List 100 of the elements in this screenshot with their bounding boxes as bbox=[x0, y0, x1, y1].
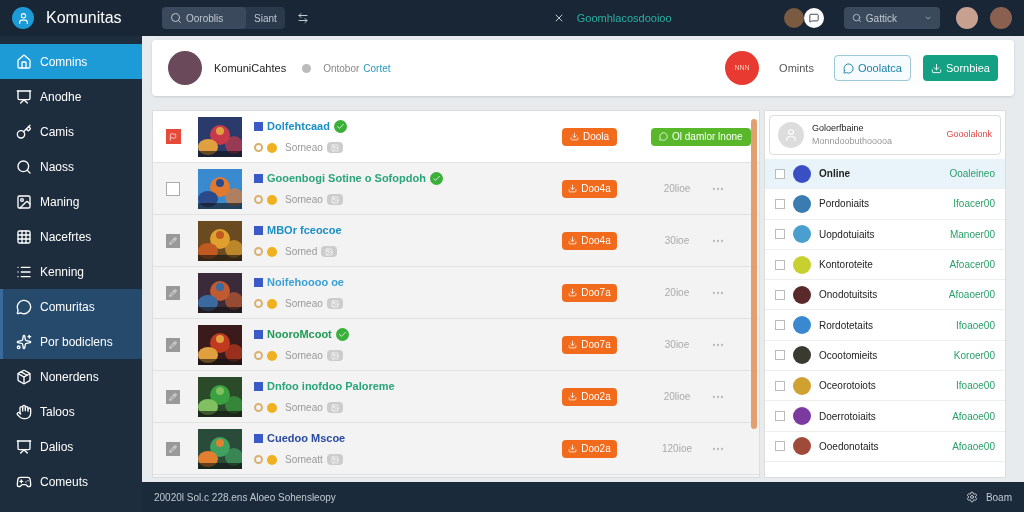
member-row[interactable]: Kontoroteite Afoacer00 bbox=[765, 249, 1005, 281]
status-text: Ontobor bbox=[323, 61, 360, 76]
member-status: Ifoaoe00 bbox=[956, 379, 995, 394]
search-tab[interactable]: Siant bbox=[246, 10, 285, 26]
checkbox[interactable] bbox=[775, 259, 785, 270]
breadcrumb: Goomhlacosdooioo bbox=[576, 10, 672, 26]
footer-text: 20020l Sol.c 228.ens Aloeo Sohensleopy bbox=[154, 490, 336, 505]
sidebar-item[interactable]: Maning bbox=[0, 184, 142, 219]
checkbox[interactable] bbox=[775, 289, 785, 300]
ring-icon bbox=[254, 143, 263, 153]
image-icon bbox=[326, 402, 343, 414]
outline-button[interactable]: Ooolatca bbox=[833, 55, 911, 81]
download-icon bbox=[568, 236, 578, 245]
checkbox[interactable] bbox=[775, 168, 785, 179]
emoji-icon bbox=[267, 246, 277, 257]
checkbox[interactable] bbox=[775, 198, 785, 209]
member-name: Online bbox=[819, 167, 851, 182]
image-icon bbox=[321, 246, 338, 258]
search-input[interactable]: Ooroblis bbox=[186, 10, 238, 26]
member-status: Koroer00 bbox=[953, 348, 995, 363]
member-row[interactable]: Ocootomieits Koroer00 bbox=[765, 340, 1005, 372]
member-name: Oceorotoiots bbox=[819, 379, 876, 394]
member-row[interactable]: Pordoniaits Ifoacer00 bbox=[765, 189, 1005, 220]
member-row[interactable]: Rordotetaits Ifoaoe00 bbox=[765, 310, 1005, 341]
download-icon bbox=[568, 288, 578, 297]
contact-subtitle: Monndoobuthooooa bbox=[812, 135, 893, 148]
sidebar-item[interactable]: Kenning bbox=[0, 254, 142, 289]
member-status: Afoaoe00 bbox=[952, 409, 995, 424]
ring-icon bbox=[254, 403, 263, 413]
row-count: 20ioe bbox=[663, 286, 691, 300]
member-name: Pordoniaits bbox=[819, 197, 870, 212]
checkbox[interactable] bbox=[775, 320, 785, 331]
image-icon bbox=[16, 193, 32, 210]
checkbox[interactable] bbox=[775, 229, 785, 240]
row-title[interactable]: Dolfehtcaad bbox=[267, 117, 330, 135]
row-tag: Sorneao bbox=[285, 348, 323, 364]
member-row[interactable]: Online Ooaleineo bbox=[765, 159, 1005, 190]
sidebar-item[interactable]: Anodhe bbox=[0, 79, 142, 114]
ring-icon bbox=[254, 299, 263, 309]
sidebar-item[interactable]: Comeuts bbox=[0, 464, 142, 499]
list-row[interactable]: Dolfehtcaad Sorneao Doola Ol damlor lnone bbox=[153, 111, 759, 163]
chat-icon bbox=[659, 132, 668, 141]
app-title: Komunitas bbox=[46, 8, 123, 28]
member-name: Kontoroteite bbox=[819, 258, 873, 273]
checkbox[interactable] bbox=[165, 129, 181, 144]
sidebar-item[interactable]: Nonerdens bbox=[0, 359, 142, 394]
swap-icon[interactable] bbox=[296, 12, 309, 24]
hand-icon bbox=[16, 403, 32, 420]
sidebar-item[interactable]: Taloos bbox=[0, 394, 142, 429]
pencil-icon bbox=[169, 288, 177, 297]
emoji-icon bbox=[267, 402, 277, 413]
search-icon bbox=[170, 12, 182, 24]
checkbox[interactable] bbox=[166, 181, 180, 196]
member-status: Ooaleineo bbox=[949, 167, 995, 182]
emoji-icon bbox=[267, 194, 277, 205]
tag-icon bbox=[254, 277, 263, 287]
row-tag: Sorned bbox=[285, 244, 318, 260]
tag-icon bbox=[254, 329, 263, 339]
member-row[interactable]: Uopdotuiaits Manoer00 bbox=[765, 219, 1005, 250]
pencil-icon bbox=[169, 340, 177, 349]
sidebar-item[interactable]: Nacefrtes bbox=[0, 219, 142, 254]
logo-icon bbox=[12, 7, 34, 29]
emoji-icon bbox=[267, 142, 277, 153]
member-row[interactable]: Oceorotoiots Ifoaoe00 bbox=[765, 371, 1005, 402]
sidebar-item[interactable]: Por bodiclens bbox=[0, 324, 142, 359]
member-row[interactable]: Onodotuitsits Afoaoer00 bbox=[765, 280, 1005, 311]
sparkles-icon bbox=[16, 333, 32, 350]
board-icon bbox=[16, 438, 32, 455]
checkbox[interactable] bbox=[775, 411, 785, 421]
checkbox[interactable] bbox=[775, 380, 785, 391]
sidebar-item[interactable]: Comuritas bbox=[0, 289, 142, 324]
footer-label: Boam bbox=[985, 490, 1012, 505]
search-dropdown[interactable]: Gattick bbox=[844, 7, 940, 29]
contact-action-link[interactable]: Gooolalonk bbox=[946, 128, 992, 142]
download-icon bbox=[568, 340, 578, 349]
board-icon bbox=[16, 88, 32, 105]
pencil-icon bbox=[169, 392, 177, 401]
scrollbar[interactable] bbox=[751, 119, 757, 429]
member-name: Ooedonotaits bbox=[819, 439, 879, 454]
settings-icon[interactable] bbox=[965, 491, 978, 503]
member-row[interactable]: Ooedonotaits Afoaoe00 bbox=[765, 431, 1005, 462]
avatar[interactable] bbox=[956, 7, 978, 29]
member-status: Afoacer00 bbox=[949, 258, 995, 273]
key-icon bbox=[16, 123, 32, 140]
avatar[interactable] bbox=[990, 7, 1012, 29]
ring-icon bbox=[254, 195, 263, 205]
checkbox[interactable] bbox=[775, 350, 785, 361]
sidebar-item[interactable]: Naoss bbox=[0, 149, 142, 184]
emoji-icon bbox=[267, 298, 277, 309]
member-row[interactable]: Doerrotoiaits Afoaoe00 bbox=[765, 401, 1005, 432]
tag-icon bbox=[254, 121, 263, 131]
sidebar-item[interactable]: Dalios bbox=[0, 429, 142, 464]
search-input[interactable]: Gattick bbox=[865, 10, 920, 26]
search-field[interactable]: Ooroblis bbox=[162, 7, 246, 29]
ring-icon bbox=[254, 455, 263, 465]
image-icon bbox=[326, 350, 343, 362]
member-status: Afoaoe00 bbox=[952, 439, 995, 454]
checkbox[interactable] bbox=[775, 441, 785, 452]
chat-icon[interactable] bbox=[804, 8, 824, 28]
sidebar-item[interactable]: Camis bbox=[0, 114, 142, 149]
